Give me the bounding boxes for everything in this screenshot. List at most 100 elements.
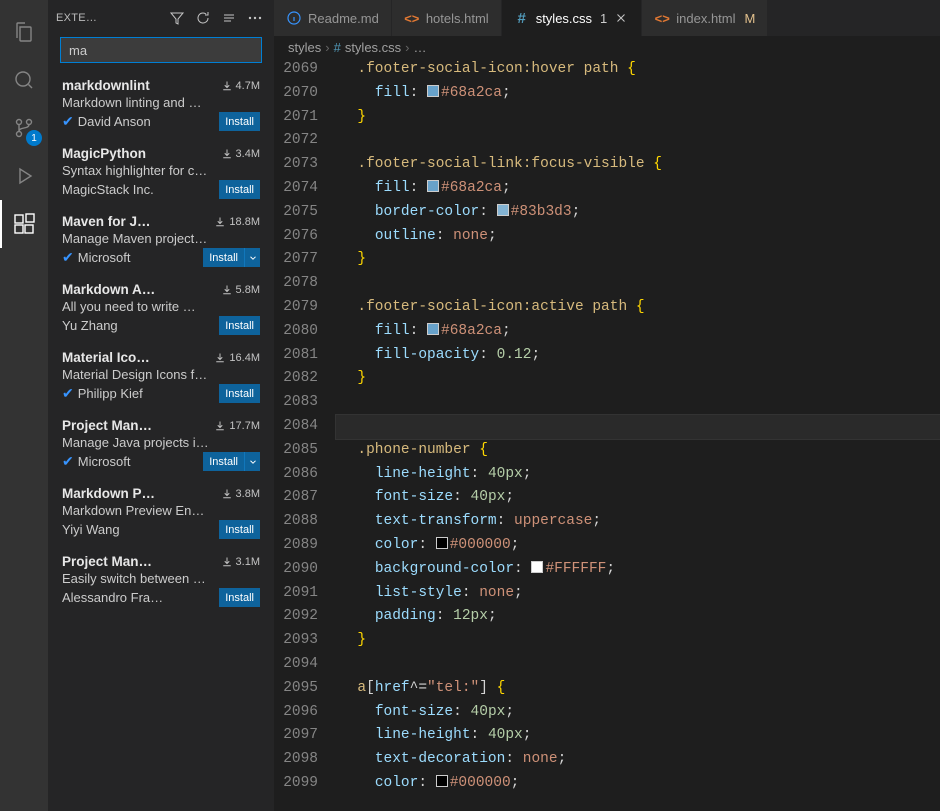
install-button[interactable]: Install xyxy=(219,588,260,607)
crumb-file[interactable]: styles.css xyxy=(345,40,401,55)
code-line[interactable]: outline: none; xyxy=(340,225,940,249)
clear-action[interactable] xyxy=(218,7,240,29)
install-button[interactable]: Install xyxy=(219,316,260,335)
install-dropdown[interactable] xyxy=(244,452,260,471)
line-number: 2089 xyxy=(274,534,318,558)
extensions-list[interactable]: markdownlint 4.7M Markdown linting and …… xyxy=(48,71,274,811)
install-button[interactable]: Install xyxy=(219,520,260,539)
code-line[interactable]: } xyxy=(340,106,940,130)
code-editor[interactable]: 2069207020712072207320742075207620772078… xyxy=(274,58,940,811)
code-line[interactable]: text-decoration: none; xyxy=(340,748,940,772)
extension-item[interactable]: Project Man… 17.7M Manage Java projects … xyxy=(48,411,274,479)
line-number: 2097 xyxy=(274,724,318,748)
code-line[interactable]: a[href^="tel:"] { xyxy=(340,677,940,701)
extension-item[interactable]: Material Ico… 16.4M Material Design Icon… xyxy=(48,343,274,411)
code-line[interactable]: text-transform: uppercase; xyxy=(340,510,940,534)
extension-publisher: ✔Microsoft xyxy=(62,249,130,266)
files-icon xyxy=(12,20,36,44)
activity-scm[interactable]: 1 xyxy=(0,104,48,152)
code-line[interactable]: fill: #68a2ca; xyxy=(340,177,940,201)
editor-tab[interactable]: # styles.css 1 xyxy=(502,0,643,36)
crumb-folder[interactable]: styles xyxy=(288,40,321,55)
activity-explorer[interactable] xyxy=(0,8,48,56)
extension-publisher: Alessandro Fra… xyxy=(62,590,163,605)
install-button[interactable]: Install xyxy=(203,452,244,471)
install-dropdown[interactable] xyxy=(244,248,260,267)
line-number: 2088 xyxy=(274,510,318,534)
code-line[interactable]: padding: 12px; xyxy=(340,605,940,629)
code-line[interactable]: font-size: 40px; xyxy=(340,701,940,725)
line-number: 2094 xyxy=(274,653,318,677)
code-line[interactable]: fill: #68a2ca; xyxy=(340,320,940,344)
code-line[interactable]: .phone-number { xyxy=(340,439,940,463)
extension-item[interactable]: markdownlint 4.7M Markdown linting and …… xyxy=(48,71,274,139)
code-line[interactable]: } xyxy=(340,367,940,391)
code-line[interactable] xyxy=(340,272,940,296)
code-line[interactable]: background-color: #FFFFFF; xyxy=(340,558,940,582)
code-line[interactable]: .footer-social-link:focus-visible { xyxy=(340,153,940,177)
editor-tab[interactable]: <> hotels.html xyxy=(392,0,502,36)
editor-tab[interactable]: Readme.md xyxy=(274,0,392,36)
code-line[interactable]: color: #000000; xyxy=(340,534,940,558)
code-line[interactable]: .footer-social-icon:hover path { xyxy=(340,58,940,82)
extensions-search-input[interactable] xyxy=(61,43,261,58)
download-icon xyxy=(221,284,233,296)
code-line[interactable] xyxy=(340,129,940,153)
tab-modified-indicator: M xyxy=(745,11,756,26)
more-action[interactable] xyxy=(244,7,266,29)
code-line[interactable]: line-height: 40px; xyxy=(340,724,940,748)
code-line[interactable]: line-height: 40px; xyxy=(340,463,940,487)
color-swatch[interactable] xyxy=(427,323,439,335)
extension-item[interactable]: Markdown A… 5.8M All you need to write …… xyxy=(48,275,274,343)
install-button[interactable]: Install xyxy=(219,180,260,199)
extension-item[interactable]: Markdown P… 3.8M Markdown Preview En… Yi… xyxy=(48,479,274,547)
install-button[interactable]: Install xyxy=(219,112,260,131)
install-button[interactable]: Install xyxy=(203,248,244,267)
extension-name: Project Man… xyxy=(62,554,215,569)
code-line[interactable]: fill-opacity: 0.12; xyxy=(340,344,940,368)
extension-downloads: 16.4M xyxy=(214,352,260,364)
filter-icon xyxy=(169,10,185,26)
code-line[interactable] xyxy=(336,415,940,439)
color-swatch[interactable] xyxy=(497,204,509,216)
activity-search[interactable] xyxy=(0,56,48,104)
color-swatch[interactable] xyxy=(427,85,439,97)
install-button[interactable]: Install xyxy=(219,384,260,403)
breadcrumbs[interactable]: styles › # styles.css › … xyxy=(274,36,940,58)
code-content[interactable]: .footer-social-icon:hover path { fill: #… xyxy=(340,58,940,811)
color-swatch[interactable] xyxy=(436,537,448,549)
filter-action[interactable] xyxy=(166,7,188,29)
color-swatch[interactable] xyxy=(531,561,543,573)
activity-debug[interactable] xyxy=(0,152,48,200)
extension-downloads: 5.8M xyxy=(221,284,260,296)
color-swatch[interactable] xyxy=(427,180,439,192)
code-line[interactable]: fill: #68a2ca; xyxy=(340,82,940,106)
code-line[interactable]: } xyxy=(340,629,940,653)
color-swatch[interactable] xyxy=(436,775,448,787)
code-line[interactable]: font-size: 40px; xyxy=(340,486,940,510)
code-line[interactable]: list-style: none; xyxy=(340,582,940,606)
refresh-action[interactable] xyxy=(192,7,214,29)
tab-close[interactable] xyxy=(613,10,629,26)
code-line[interactable] xyxy=(340,391,940,415)
download-icon xyxy=(214,216,226,228)
editor-area: Readme.md <> hotels.html # styles.css 1 … xyxy=(274,0,940,811)
code-line[interactable]: } xyxy=(340,248,940,272)
extensions-search-box[interactable] xyxy=(60,37,262,63)
code-line[interactable] xyxy=(340,653,940,677)
code-line[interactable]: color: #000000; xyxy=(340,772,940,796)
code-line[interactable]: .footer-social-icon:active path { xyxy=(340,296,940,320)
extension-item[interactable]: Project Man… 3.1M Easily switch between … xyxy=(48,547,274,615)
code-line[interactable]: border-color: #83b3d3; xyxy=(340,201,940,225)
line-number: 2090 xyxy=(274,558,318,582)
activity-extensions[interactable] xyxy=(0,200,48,248)
extension-downloads: 3.1M xyxy=(221,556,260,568)
crumb-symbol[interactable]: … xyxy=(414,40,427,55)
chevron-right-icon: › xyxy=(325,40,329,55)
extension-description: Manage Maven project… xyxy=(62,231,260,246)
editor-tab[interactable]: <> index.html M xyxy=(642,0,768,36)
sidebar-title: EXTE… xyxy=(56,12,162,24)
extension-item[interactable]: Maven for J… 18.8M Manage Maven project…… xyxy=(48,207,274,275)
extension-item[interactable]: MagicPython 3.4M Syntax highlighter for … xyxy=(48,139,274,207)
activity-bar: 1 xyxy=(0,0,48,811)
